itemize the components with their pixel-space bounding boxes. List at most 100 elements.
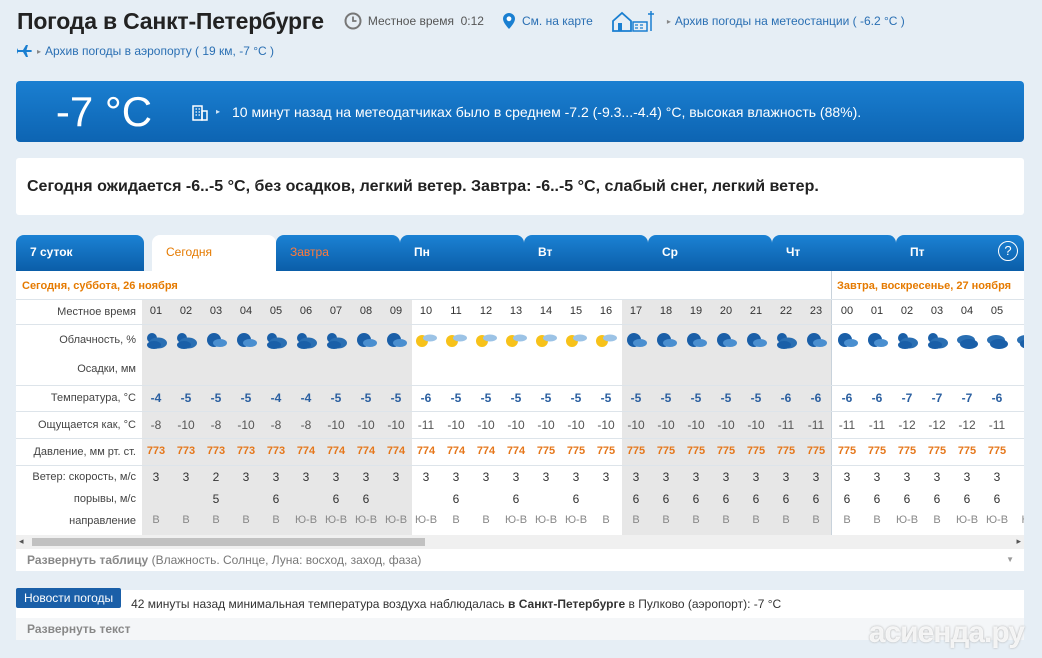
temp-cell: - xyxy=(1012,391,1024,405)
scroll-right-icon[interactable]: ▸ xyxy=(1016,536,1021,547)
arrow-right-icon: ▸ xyxy=(666,16,671,26)
gust-cell: 6 xyxy=(722,492,730,506)
wind-speed-cell: 3 xyxy=(662,470,670,484)
clock-icon xyxy=(344,12,362,30)
wind-speed-cell: 3 xyxy=(452,470,460,484)
moon-cloud-icon xyxy=(621,329,651,354)
pressure-cell: 775 xyxy=(806,445,826,457)
pressure-cell: 774 xyxy=(416,445,436,457)
wind-speed-cell: 3 xyxy=(873,470,881,484)
pressure-cell: 775 xyxy=(987,445,1007,457)
temp-cell: -5 xyxy=(240,391,252,405)
temp-cell: -5 xyxy=(750,391,762,405)
table-scrollbar[interactable]: ◂ ▸ xyxy=(16,535,1024,549)
moon-cloud-icon xyxy=(681,329,711,354)
wind-speed-cell: 3 xyxy=(362,470,370,484)
hour-cell: 08 xyxy=(359,305,373,317)
wind-speed-cell: 3 xyxy=(512,470,520,484)
hourly-forecast-table: Сегодня, суббота, 26 ноября Завтра, воск… xyxy=(16,271,1024,571)
station-archive-link[interactable]: ▸ Архив погоды на метеостанции ( -6.2 °C… xyxy=(611,10,905,32)
hour-cell: 01 xyxy=(149,305,163,317)
temp-cell: -5 xyxy=(360,391,372,405)
pressure-cell: 773 xyxy=(266,445,286,457)
pressure-cell: 774 xyxy=(506,445,526,457)
chevron-down-icon[interactable]: ▼ xyxy=(1006,555,1014,564)
feels-cell: -10 xyxy=(477,418,495,432)
help-icon[interactable]: ? xyxy=(998,241,1018,261)
gust-cell: 5 xyxy=(212,492,220,506)
map-link[interactable]: См. на карте xyxy=(502,12,593,30)
temp-cell: -7 xyxy=(931,391,943,405)
temp-cell: -7 xyxy=(961,391,973,405)
expand-table-row[interactable]: Развернуть таблицу (Влажность. Солнце, Л… xyxy=(16,549,1024,571)
scroll-thumb[interactable] xyxy=(32,538,425,546)
pressure-cell: 775 xyxy=(927,445,947,457)
gust-cell: 6 xyxy=(812,492,820,506)
pressure-cell: 7 xyxy=(1012,445,1025,457)
feels-cell: -12 xyxy=(958,418,976,432)
tab-7-days[interactable]: 7 суток xyxy=(16,235,144,271)
moon-cloud-icon xyxy=(832,329,862,354)
hour-cell: 06 xyxy=(299,305,313,317)
cloud-icon xyxy=(982,329,1012,354)
moon-cloud-icon xyxy=(201,329,231,354)
direction-cell: Ю-В xyxy=(354,514,378,526)
feels-cell: -10 xyxy=(177,418,195,432)
tab-thu[interactable]: Чт xyxy=(772,235,896,271)
feels-cell: -11 xyxy=(417,418,435,432)
moon-cloud-icon xyxy=(381,329,411,354)
feels-cell: -10 xyxy=(537,418,555,432)
page-title: Погода в Санкт-Петербурге xyxy=(17,7,324,34)
weather-news: Новости погоды 42 минуты назад минимальн… xyxy=(16,588,1024,618)
expand-table-link[interactable]: Развернуть таблицу xyxy=(27,553,148,567)
hour-cell: 09 xyxy=(389,305,403,317)
hour-cell: 19 xyxy=(689,305,703,317)
wind-speed-cell: 3 xyxy=(482,470,490,484)
temp-cell: -5 xyxy=(210,391,222,405)
pressure-cell: 775 xyxy=(746,445,766,457)
pressure-cell: 775 xyxy=(656,445,676,457)
wind-speed-cell: 3 xyxy=(782,470,790,484)
scroll-left-icon[interactable]: ◂ xyxy=(19,536,24,547)
direction-cell: Ю-В xyxy=(504,514,528,526)
current-temperature: -7 °C xyxy=(55,87,153,135)
tab-today[interactable]: Сегодня xyxy=(152,235,276,271)
row-label-clouds: Облачность, % xyxy=(59,334,136,346)
pressure-cell: 775 xyxy=(566,445,586,457)
local-time: Местное время 0:12 xyxy=(344,12,484,30)
direction-cell: Ю-В xyxy=(414,514,438,526)
temp-cell: -5 xyxy=(720,391,732,405)
wind-speed-cell: 3 xyxy=(843,470,851,484)
wind-speed-cell: 3 xyxy=(722,470,730,484)
news-badge[interactable]: Новости погоды xyxy=(16,588,122,608)
gust-cell: 6 xyxy=(512,492,520,506)
temp-cell: -5 xyxy=(510,391,522,405)
wind-speed-cell: 2 xyxy=(212,470,220,484)
pressure-cell: 775 xyxy=(897,445,917,457)
wind-speed-cell: 3 xyxy=(933,470,941,484)
feels-cell: - xyxy=(1012,418,1024,432)
tab-tomorrow[interactable]: Завтра xyxy=(276,235,400,271)
hour-cell: 16 xyxy=(599,305,613,317)
cloud-moon-icon xyxy=(892,329,922,354)
airport-archive-link[interactable]: ▸ Архив погоды в аэропорту ( 19 км, -7 °… xyxy=(0,42,1042,60)
tab-mon[interactable]: Пн xyxy=(400,235,524,271)
sun-cloud-icon xyxy=(501,329,531,354)
feels-cell: -8 xyxy=(270,418,282,432)
wind-speed-cell: 3 xyxy=(242,470,250,484)
pressure-cell: 775 xyxy=(716,445,736,457)
tab-wed[interactable]: Ср xyxy=(648,235,772,271)
tab-fri[interactable]: Пт ? xyxy=(896,235,1024,271)
hour-cell: 02 xyxy=(179,305,193,317)
cloud-moon-icon xyxy=(291,329,321,354)
hour-cell: 0 xyxy=(1012,305,1025,317)
hour-cell: 02 xyxy=(900,305,914,317)
row-label-precip: Осадки, мм xyxy=(77,363,136,375)
gust-cell: 6 xyxy=(572,492,580,506)
tab-tue[interactable]: Вт xyxy=(524,235,648,271)
sun-cloud-icon xyxy=(591,329,621,354)
feels-cell: -10 xyxy=(747,418,765,432)
pressure-cell: 773 xyxy=(146,445,166,457)
row-label-wind-speed: Ветер: скорость, м/с xyxy=(32,471,136,483)
gust-cell: 6 xyxy=(873,492,881,506)
